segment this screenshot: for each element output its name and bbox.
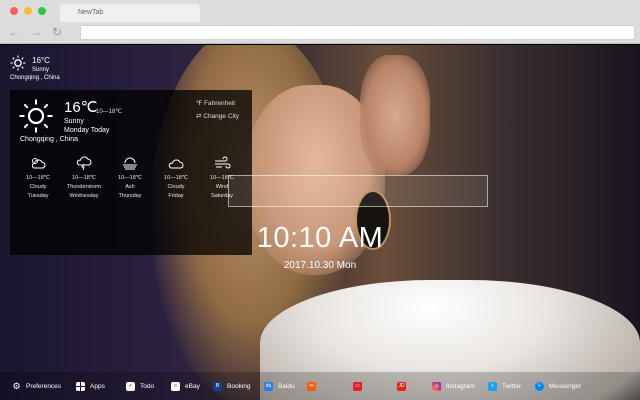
panel-location: Chongqing , China (20, 136, 78, 143)
todo-button[interactable]: ✓ Todo (126, 380, 154, 392)
change-city-link[interactable]: ⇄ Change City (196, 112, 239, 120)
address-bar[interactable] (80, 25, 635, 40)
booking-link[interactable]: B Booking (213, 380, 251, 392)
baidu-icon: du (264, 381, 273, 391)
fahrenheit-toggle[interactable]: ℉ Fahrenheit (196, 99, 235, 107)
nav-buttons: ← → ↻ (8, 26, 62, 38)
panel-day: Monday Today (64, 127, 110, 134)
baidu-link[interactable]: du Baidu (264, 380, 295, 392)
messenger-link[interactable]: ϟ Messenger (535, 380, 581, 392)
reload-icon[interactable]: ↻ (52, 26, 62, 38)
forecast-day: 10—18℃ Thunderstorm Wednesday (64, 156, 104, 201)
apps-button[interactable]: Apps (76, 380, 105, 392)
shortcut-link[interactable]: m (307, 380, 321, 392)
background-photo-hand (360, 55, 430, 175)
panel-condition: Sunny (64, 118, 84, 125)
ebay-icon: e (171, 381, 180, 391)
forecast-day: 10—18℃ Cloudy Friday (156, 156, 196, 201)
instagram-icon: ◎ (432, 381, 441, 391)
current-location: Chongqing , China (10, 75, 60, 81)
forecast-day: 10—18℃ Ash Thursday (110, 156, 150, 201)
forecast-day: 10—18℃ Cloudy Tuesday (18, 156, 58, 201)
cloud-icon (168, 159, 184, 169)
browser-tab[interactable]: NewTab (60, 4, 200, 22)
wind-icon (215, 156, 231, 169)
preferences-button[interactable]: ⚙ Preferences (12, 380, 61, 392)
instagram-link[interactable]: ◎ Instagram (432, 380, 475, 392)
search-input[interactable] (228, 175, 488, 207)
booking-icon: B (213, 381, 222, 391)
newtab-page: 16°C Sunny Chongqing , China 16℃ 10—18℃ … (0, 45, 640, 400)
red-app-icon: ▭ (353, 381, 362, 391)
ebay-link[interactable]: e eBay (171, 380, 200, 392)
current-condition: Sunny (32, 67, 50, 73)
messenger-icon: ϟ (535, 381, 544, 391)
window-controls (10, 7, 46, 15)
maximize-window-button[interactable] (38, 7, 46, 15)
weather-panel: 16℃ 10—18℃ Sunny Monday Today Chongqing … (10, 90, 252, 255)
clock-time: 10:10 AM (256, 222, 384, 254)
browser-chrome: NewTab ← → ↻ (0, 0, 640, 44)
gear-icon: ⚙ (12, 380, 21, 391)
current-temperature: 16°C (32, 56, 50, 65)
jd-link[interactable]: JD (397, 380, 411, 392)
sun-icon (10, 55, 26, 71)
shortcut-link[interactable]: ▭ (353, 380, 367, 392)
panel-temperature: 16℃ (64, 99, 98, 116)
checkbox-icon: ✓ (126, 381, 135, 391)
minimize-window-button[interactable] (24, 7, 32, 15)
bottom-bar: ⚙ Preferences Apps ✓ Todo e eBay B Booki… (0, 372, 640, 400)
apps-grid-icon (76, 381, 85, 391)
clock-date: 2017.10.30 Mon (283, 260, 357, 271)
sun-icon (19, 99, 53, 133)
close-window-button[interactable] (10, 7, 18, 15)
orange-app-icon: m (307, 381, 316, 391)
twitter-icon: t (488, 381, 497, 391)
haze-icon (123, 157, 137, 170)
tab-title: NewTab (78, 9, 104, 16)
back-arrow-icon[interactable]: ← (8, 26, 20, 38)
jd-icon: JD (397, 381, 406, 391)
panel-temperature-range: 10—18℃ (96, 109, 123, 115)
twitter-link[interactable]: t Twitter (488, 380, 521, 392)
forward-arrow-icon[interactable]: → (30, 26, 42, 38)
thunderstorm-icon (76, 156, 92, 170)
partly-cloudy-icon (31, 158, 46, 169)
